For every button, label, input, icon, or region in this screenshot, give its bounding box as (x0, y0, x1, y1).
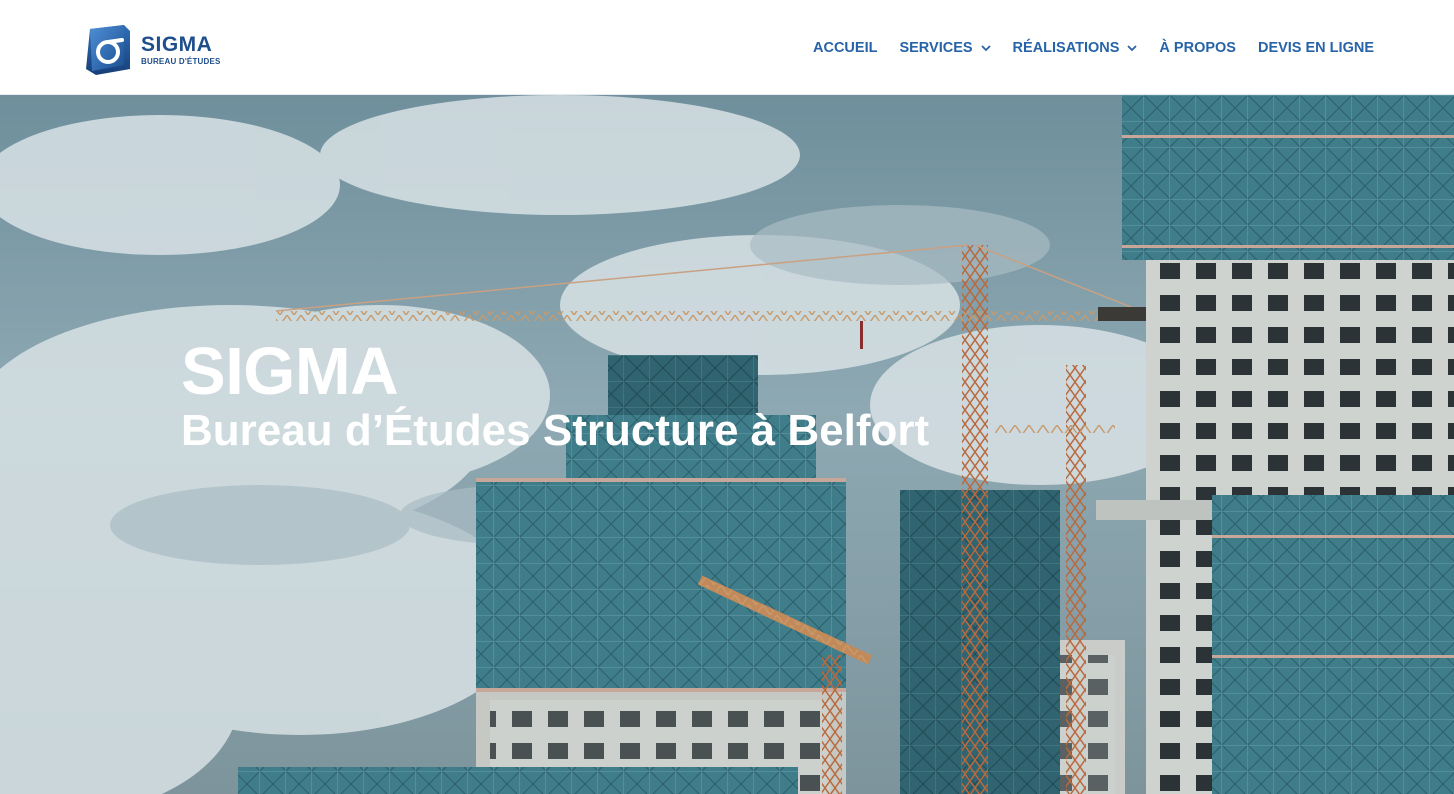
chevron-down-icon (980, 44, 991, 51)
nav-item-realisations[interactable]: RÉALISATIONS (1013, 40, 1138, 56)
nav-item-label: RÉALISATIONS (1012, 40, 1120, 56)
nav-item-devis-en-ligne[interactable]: DEVIS EN LIGNE (1258, 40, 1374, 56)
nav-item-label: ACCUEIL (813, 40, 878, 56)
nav-item-accueil[interactable]: ACCUEIL (813, 40, 877, 56)
site-header: SIGMA BUREAU D'ÉTUDES ACCUEIL SERVICES R… (0, 0, 1454, 95)
nav-item-a-propos[interactable]: À PROPOS (1159, 40, 1236, 56)
site-logo[interactable]: SIGMA BUREAU D'ÉTUDES (84, 25, 221, 75)
main-nav: ACCUEIL SERVICES RÉALISATIONS À PROPOS D… (813, 40, 1374, 56)
nav-item-label: DEVIS EN LIGNE (1257, 40, 1374, 56)
logo-tagline: BUREAU D'ÉTUDES (141, 56, 221, 66)
nav-item-label: SERVICES (899, 40, 973, 56)
hero-section: SIGMA Bureau d’Études Structure à Belfor… (0, 95, 1454, 794)
hero-text: SIGMA Bureau d’Études Structure à Belfor… (181, 335, 929, 459)
logo-name: SIGMA (141, 32, 213, 56)
hero-subtitle: Bureau d’Études Structure à Belfort (181, 406, 930, 455)
nav-item-services[interactable]: SERVICES (899, 40, 991, 56)
chevron-down-icon (1127, 44, 1138, 51)
hero-title: SIGMA (181, 334, 399, 409)
nav-item-label: À PROPOS (1159, 40, 1236, 56)
sigma-logo-icon (86, 25, 130, 75)
